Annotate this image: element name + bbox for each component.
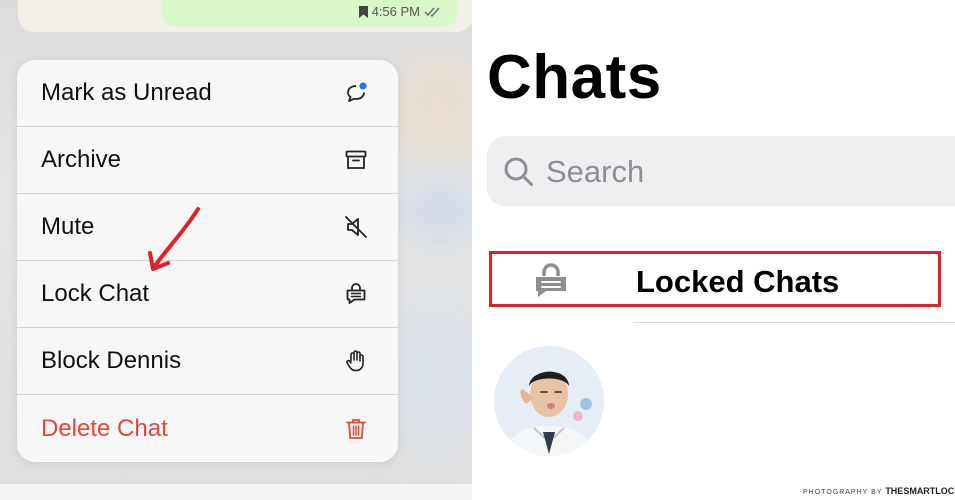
profile-photo <box>494 346 604 456</box>
credit-brand: THESMARTLOCAL <box>885 486 955 496</box>
locked-chats-row[interactable]: Locked Chats <box>489 251 941 307</box>
avatar[interactable] <box>494 346 604 456</box>
photo-credit: PHOTOGRAPHY BY THESMARTLOCAL <box>803 486 955 496</box>
message-time: 4:56 PM <box>371 4 420 19</box>
chats-screen: Chats Search Locked Chats PHOTOGRAPHY BY… <box>472 0 955 500</box>
menu-item-label: Mark as Unread <box>41 79 212 106</box>
search-placeholder: Search <box>546 154 645 189</box>
message-meta: 4:56 PM <box>358 4 442 19</box>
menu-item-label: Lock Chat <box>41 280 150 307</box>
mute-icon <box>341 212 371 242</box>
menu-item-block[interactable]: Block Dennis <box>17 328 398 395</box>
lock-chat-icon <box>341 279 371 309</box>
bottom-strip <box>0 484 472 500</box>
background-blur <box>400 180 472 240</box>
message-bubble: 4:56 PM <box>162 0 458 27</box>
search-icon <box>504 157 533 186</box>
double-check-icon <box>424 7 442 17</box>
red-arrow-annotation <box>148 207 200 271</box>
menu-item-archive[interactable]: Archive <box>17 127 398 194</box>
bookmark-icon <box>358 5 368 18</box>
divider <box>633 322 955 323</box>
background-blur <box>395 60 472 160</box>
page-title: Chats <box>487 43 662 112</box>
menu-item-label: Block Dennis <box>41 347 182 374</box>
archive-icon <box>341 145 371 175</box>
locked-chats-label: Locked Chats <box>636 264 840 299</box>
mark-unread-icon <box>341 78 371 108</box>
menu-item-label: Archive <box>41 146 122 173</box>
locked-chat-icon <box>534 262 568 307</box>
menu-item-mark-unread[interactable]: Mark as Unread <box>17 60 398 127</box>
menu-item-delete-chat[interactable]: Delete Chat <box>17 395 398 462</box>
hand-icon <box>341 346 371 376</box>
background-blur <box>390 300 472 450</box>
menu-item-label: Delete Chat <box>41 414 168 442</box>
menu-item-label: Mute <box>41 213 95 240</box>
credit-prefix: PHOTOGRAPHY BY <box>803 489 883 496</box>
context-menu-panel: 4:56 PM Mark as Unread Archive Mute Lock… <box>0 0 472 500</box>
trash-icon <box>341 414 371 444</box>
search-input[interactable]: Search <box>487 136 955 206</box>
